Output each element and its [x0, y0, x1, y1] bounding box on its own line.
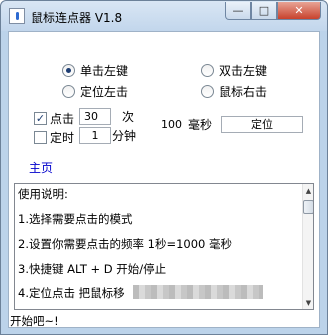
radio-dot	[62, 85, 75, 98]
radio-double-left-label: 双击左键	[219, 64, 268, 78]
radio-single-left[interactable]: 单击左键	[62, 62, 128, 79]
memo-line: 1.选择需要点击的模式	[18, 212, 133, 226]
click-label: 点击	[50, 112, 75, 126]
timer-checkbox[interactable]: 定时	[34, 129, 74, 146]
scrollbar-thumb[interactable]	[303, 200, 313, 214]
radio-single-left-label: 单击左键	[80, 64, 129, 78]
instructions-textarea[interactable]: 使用说明: 1.选择需要点击的模式 2.设置你需要点击的频率 1秒=1000 毫…	[14, 183, 314, 310]
check-icon: ✓	[34, 112, 47, 125]
click-count-input[interactable]: 30	[79, 108, 111, 125]
click-count-checkbox[interactable]: ✓ 点击	[34, 110, 74, 127]
interval-unit-label: 毫秒	[188, 118, 213, 132]
memo-line: 2.设置你需要点击的频率 1秒=1000 毫秒	[18, 237, 233, 251]
memo-line: 使用说明:	[18, 187, 68, 201]
memo-line: 4.定位点击 把鼠标移	[18, 286, 125, 300]
status-text: 开始吧~!	[10, 314, 59, 328]
mouse-app-icon	[9, 8, 25, 24]
scroll-down-arrow-icon[interactable]: ▼	[302, 297, 313, 309]
radio-double-left[interactable]: 双击左键	[201, 62, 267, 79]
app-window: 鼠标连点器 V1.8 — □ ✕ 单击左键 双击左键 定位左击 鼠标右击 ✓ 点…	[0, 0, 328, 335]
home-link[interactable]: 主页	[29, 159, 53, 176]
minutes-unit-label: 分钟	[112, 129, 137, 143]
close-button[interactable]: ✕	[277, 2, 321, 20]
radio-locate-left[interactable]: 定位左击	[62, 83, 128, 100]
checkbox-empty	[34, 131, 47, 144]
radio-mouse-right[interactable]: 鼠标右击	[201, 83, 267, 100]
client-area: 单击左键 双击左键 定位左击 鼠标右击 ✓ 点击 30 次 定时 1 分钟 10…	[8, 31, 320, 328]
memo-line: 3.快捷键 ALT + D 开始/停止	[18, 262, 167, 276]
title-bar[interactable]: 鼠标连点器 V1.8 — □ ✕	[1, 1, 327, 31]
timer-minutes-input[interactable]: 1	[79, 127, 111, 144]
minimize-button[interactable]: —	[225, 2, 251, 20]
scroll-up-arrow-icon[interactable]: ▲	[302, 185, 313, 197]
locate-button[interactable]: 定位	[221, 116, 303, 133]
radio-dot-selected	[62, 64, 75, 77]
radio-dot	[201, 85, 214, 98]
window-title: 鼠标连点器 V1.8	[31, 11, 123, 25]
maximize-button[interactable]: □	[251, 2, 277, 20]
times-unit-label: 次	[122, 110, 135, 124]
radio-locate-left-label: 定位左击	[80, 85, 129, 99]
radio-mouse-right-label: 鼠标右击	[219, 85, 268, 99]
status-bar: 开始吧~!	[8, 315, 320, 328]
radio-dot	[201, 64, 214, 77]
interval-input[interactable]: 100	[156, 116, 185, 133]
blurred-text	[133, 285, 263, 299]
timer-label: 定时	[50, 131, 75, 145]
